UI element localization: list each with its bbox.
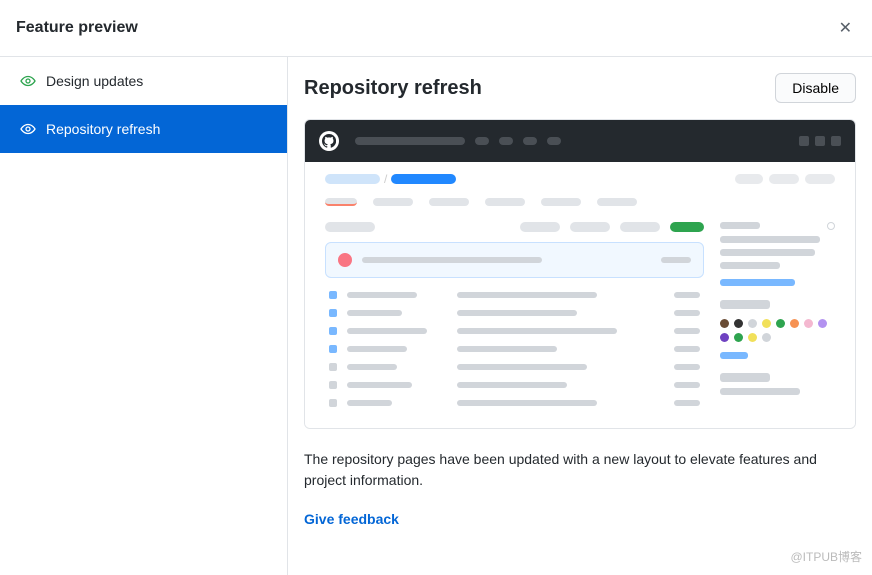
dialog-title: Feature preview — [16, 19, 138, 37]
sidebar-item-repository-refresh[interactable]: Repository refresh — [0, 105, 287, 153]
feature-description: The repository pages have been updated w… — [304, 449, 856, 491]
page-title: Repository refresh — [304, 77, 482, 100]
give-feedback-link[interactable]: Give feedback — [304, 511, 399, 527]
watermark: @ITPUB博客 — [790, 548, 862, 565]
eye-icon — [20, 121, 36, 137]
close-icon[interactable]: ✕ — [835, 14, 856, 42]
eye-icon — [20, 73, 36, 89]
sidebar-item-label: Repository refresh — [46, 121, 160, 137]
lang-colors — [720, 319, 835, 342]
disable-button[interactable]: Disable — [775, 73, 856, 103]
sidebar-item-label: Design updates — [46, 73, 143, 89]
sidebar: Design updates Repository refresh — [0, 57, 288, 575]
sidebar-item-design-updates[interactable]: Design updates — [0, 57, 287, 105]
preview-image: / — [304, 119, 856, 429]
github-logo-icon — [319, 131, 339, 151]
